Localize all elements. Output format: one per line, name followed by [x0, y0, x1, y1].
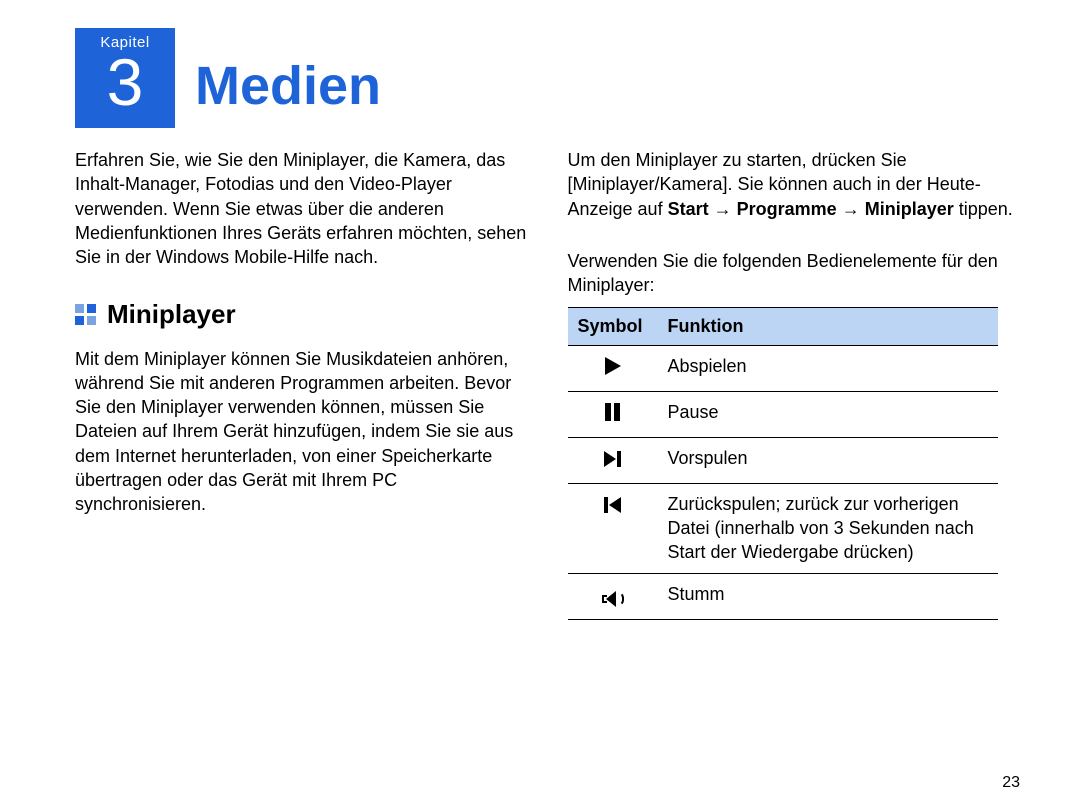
header-symbol: Symbol — [568, 308, 658, 345]
miniplayer-description: Mit dem Miniplayer können Sie Musikdatei… — [75, 347, 528, 517]
section-bullet-icon — [75, 304, 97, 326]
play-icon — [568, 345, 658, 391]
table-row: Abspielen — [568, 345, 998, 391]
arrow-icon: → — [714, 199, 732, 219]
intro-paragraph: Erfahren Sie, wie Sie den Miniplayer, di… — [75, 148, 528, 269]
left-column: Erfahren Sie, wie Sie den Miniplayer, di… — [75, 148, 528, 620]
page-number: 23 — [1002, 774, 1020, 792]
chapter-badge: Kapitel 3 — [75, 28, 175, 128]
section-heading: Miniplayer — [75, 297, 528, 332]
table-row: Pause — [568, 391, 998, 437]
pause-label: Pause — [658, 391, 998, 437]
mute-label: Stumm — [658, 573, 998, 619]
mute-icon — [568, 573, 658, 619]
tippen-text: tippen. — [954, 199, 1013, 219]
start-bold: Start — [668, 199, 709, 219]
table-row: Stumm — [568, 573, 998, 619]
rewind-icon — [568, 483, 658, 573]
use-controls-text: Verwenden Sie die folgenden Bedienelemen… — [568, 249, 1021, 298]
header-funktion: Funktion — [658, 308, 998, 345]
controls-table: Symbol Funktion Abspielen Pause — [568, 307, 998, 619]
forward-icon — [568, 437, 658, 483]
section-title: Miniplayer — [107, 297, 236, 332]
table-row: Zurückspulen; zurück zur vorherigen Date… — [568, 483, 998, 573]
pause-icon — [568, 391, 658, 437]
play-label: Abspielen — [658, 345, 998, 391]
chapter-number: 3 — [75, 49, 175, 115]
miniplayer-bold: Miniplayer — [865, 199, 954, 219]
start-instructions: Um den Miniplayer zu starten, drücken Si… — [568, 148, 1021, 221]
manual-page: Kapitel 3 Medien Erfahren Sie, wie Sie d… — [0, 0, 1080, 810]
table-header-row: Symbol Funktion — [568, 308, 998, 345]
rewind-label: Zurückspulen; zurück zur vorherigen Date… — [658, 483, 998, 573]
programme-bold: Programme — [737, 199, 837, 219]
table-row: Vorspulen — [568, 437, 998, 483]
forward-label: Vorspulen — [658, 437, 998, 483]
arrow-icon: → — [842, 199, 860, 219]
right-column: Um den Miniplayer zu starten, drücken Si… — [568, 148, 1021, 620]
chapter-title: Medien — [195, 55, 381, 117]
content-columns: Erfahren Sie, wie Sie den Miniplayer, di… — [75, 148, 1020, 620]
